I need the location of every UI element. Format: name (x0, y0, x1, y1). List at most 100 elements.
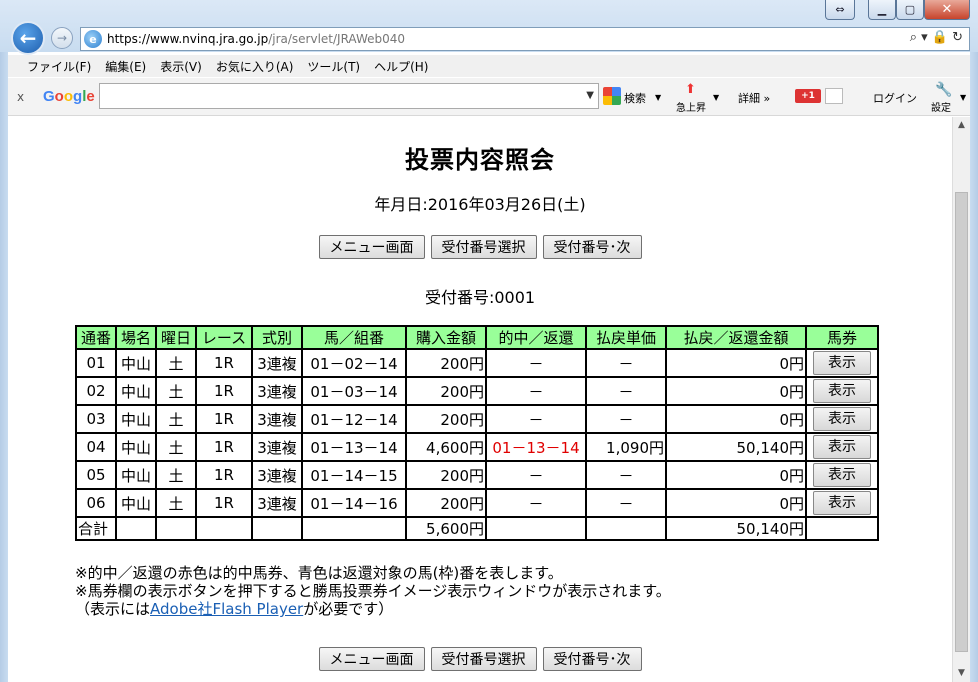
address-bar[interactable]: e https://www.nvinq.jra.go.jp/jra/servle… (80, 27, 970, 51)
unit-payout-cell: 1,090円 (585, 432, 667, 462)
combination-cell: 01－02－14 (301, 348, 407, 378)
empty-cell (115, 516, 157, 541)
row-number: 01 (75, 348, 117, 378)
toolbar-close-icon[interactable]: x (17, 90, 24, 104)
bet-table: 通番 場名 曜日 レース 式別 馬／組番 購入金額 的中／返還 払戻単価 払戻／返還金額 馬券 01… (75, 325, 879, 541)
minimize-button[interactable]: ▁ (868, 0, 896, 20)
window-titlebar: ⇔ ▁ ▢ ✕ ← → e https://www.nvinq.jra.go.j… (0, 0, 978, 55)
trending-button[interactable]: 急上昇 (676, 99, 706, 114)
column-header: レース (195, 325, 253, 350)
show-ticket-button[interactable]: 表示 (813, 379, 871, 403)
empty-cell (301, 516, 407, 541)
day-cell: 土 (155, 376, 197, 406)
total-row: 合計 5,600円 50,140円 (75, 516, 879, 541)
receipt-next-button[interactable]: 受付番号･次 (542, 235, 642, 259)
page-title: 投票内容照会 (405, 146, 555, 174)
close-window-button[interactable]: ✕ (924, 0, 970, 20)
google-logo-letter: o (63, 88, 74, 105)
total-amount: 5,600円 (405, 516, 487, 541)
address-tools[interactable]: ⌕ ▾ 🔒 ↻ (910, 30, 963, 45)
column-header: 曜日 (155, 325, 197, 350)
total-payout: 50,140円 (665, 516, 807, 541)
show-ticket-button[interactable]: 表示 (813, 435, 871, 459)
show-ticket-button[interactable]: 表示 (813, 491, 871, 515)
menu-item[interactable]: ファイル(F) (20, 58, 98, 75)
receipt-select-button[interactable]: 受付番号選択 (430, 647, 537, 671)
google-search-input[interactable]: ▼ (99, 83, 599, 109)
scroll-thumb[interactable] (955, 192, 968, 652)
google-logo-letter: g (73, 88, 83, 105)
payout-amount-cell: 0円 (665, 404, 807, 434)
gplus-counter (825, 88, 843, 104)
menu-screen-button[interactable]: メニュー画面 (318, 235, 425, 259)
day-cell: 土 (155, 348, 197, 378)
chevron-down-icon[interactable]: ▼ (960, 93, 966, 102)
purchase-amount-cell: 200円 (405, 348, 487, 378)
note-line: ※的中／返還の赤色は的中馬券、青色は返還対象の馬(枠)番を表します。 (75, 564, 563, 582)
column-header: 通番 (75, 325, 117, 350)
menu-item[interactable]: お気に入り(A) (209, 58, 301, 75)
gplus-icon[interactable]: +1 (795, 89, 821, 103)
menu-item[interactable]: 表示(V) (153, 58, 209, 75)
login-button[interactable]: ログイン (873, 90, 917, 106)
back-arrow-icon: ← (19, 26, 37, 50)
search-button[interactable]: 検索 (624, 90, 646, 106)
empty-cell (805, 516, 879, 541)
venue-cell: 中山 (115, 376, 157, 406)
ticket-cell: 表示 (805, 488, 879, 518)
google-search-icon[interactable] (603, 87, 621, 105)
wrench-icon[interactable]: 🔧 (935, 82, 952, 98)
receipt-select-button[interactable]: 受付番号選択 (430, 235, 537, 259)
more-button[interactable]: 詳細 » (738, 90, 770, 106)
back-button[interactable]: ← (11, 21, 45, 55)
chevron-down-icon[interactable]: ▼ (713, 93, 719, 102)
show-ticket-button[interactable]: 表示 (813, 463, 871, 487)
row-number: 03 (75, 404, 117, 434)
column-header: 払戻／返還金額 (665, 325, 807, 350)
row-number: 02 (75, 376, 117, 406)
scroll-up-icon[interactable]: ▲ (953, 117, 970, 134)
day-cell: 土 (155, 404, 197, 434)
bet-type-cell: 3連複 (251, 376, 303, 406)
window-frame-left (0, 52, 8, 682)
flash-player-link[interactable]: Adobe社Flash Player (150, 600, 303, 618)
menu-screen-button[interactable]: メニュー画面 (318, 647, 425, 671)
empty-cell (485, 516, 587, 541)
menu-item[interactable]: ヘルプ(H) (367, 58, 435, 75)
url-prefix: https://www. (107, 32, 183, 46)
maximize-button[interactable]: ▢ (896, 0, 924, 20)
bet-type-cell: 3連複 (251, 404, 303, 434)
note-text: （表示には (75, 600, 151, 618)
column-header: 購入金額 (405, 325, 487, 350)
show-ticket-button[interactable]: 表示 (813, 351, 871, 375)
show-ticket-button[interactable]: 表示 (813, 407, 871, 431)
scroll-down-icon[interactable]: ▼ (953, 665, 970, 682)
forward-button[interactable]: → (51, 27, 73, 49)
combination-cell: 01－14－16 (301, 488, 407, 518)
receipt-next-button[interactable]: 受付番号･次 (542, 647, 642, 671)
race-cell: 1R (195, 488, 253, 518)
settings-button[interactable]: 設定 (931, 99, 951, 114)
empty-cell (585, 516, 667, 541)
receipt-number: 受付番号:0001 (424, 288, 536, 307)
compat-view-icon[interactable]: ⇔ (825, 0, 855, 20)
url-text[interactable]: https://www.nvinq.jra.go.jp/jra/servlet/… (107, 32, 405, 46)
day-cell: 土 (155, 488, 197, 518)
chevron-down-icon[interactable]: ▼ (586, 90, 594, 101)
menu-item[interactable]: ツール(T) (300, 58, 367, 75)
chevron-down-icon[interactable]: ▼ (655, 93, 661, 102)
vertical-scrollbar[interactable]: ▲ ▼ (952, 117, 970, 682)
google-logo: Google (43, 88, 95, 105)
column-header: 的中／返還 (485, 325, 587, 350)
column-header: 払戻単価 (585, 325, 667, 350)
page-content: 投票内容照会 年月日:2016年03月26日(土) メニュー画面 受付番号選択 … (8, 117, 952, 682)
note-line: ※馬券欄の表示ボタンを押下すると勝馬投票券イメージ表示ウィンドウが表示されます。 (75, 582, 671, 600)
combination-cell: 01－12－14 (301, 404, 407, 434)
menu-item[interactable]: 編集(E) (98, 58, 153, 75)
ticket-cell: 表示 (805, 404, 879, 434)
combination-cell: 01－03－14 (301, 376, 407, 406)
note-text: が必要です） (303, 600, 394, 618)
purchase-amount-cell: 200円 (405, 488, 487, 518)
bet-type-cell: 3連複 (251, 432, 303, 462)
table-row: 01 中山土 1R 3連複 01－02－14 200円－－ 0円 表示 (75, 348, 879, 378)
